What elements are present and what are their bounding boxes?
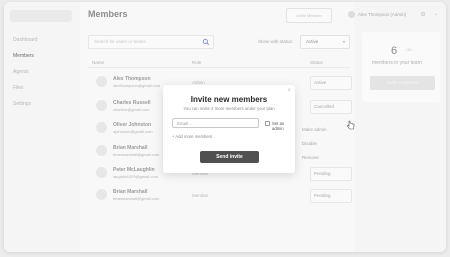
- member-count-label: members in your team: [372, 60, 422, 66]
- close-icon[interactable]: ×: [287, 88, 291, 94]
- gear-icon[interactable]: [420, 11, 426, 17]
- sidebar-item-settings[interactable]: Settings: [13, 101, 31, 107]
- set-admin-checkbox[interactable]: [265, 121, 270, 126]
- member-email: laughlin1029@gmail.com: [113, 174, 158, 179]
- member-email: brianmarshall@gmail.com: [113, 152, 160, 157]
- add-more-members-link[interactable]: + Add more members: [172, 134, 212, 139]
- sidebar: Dashboard Members Agents Files Settings: [4, 2, 80, 252]
- set-admin-label: Set as admin: [272, 121, 285, 131]
- modal-subtitle: You can invite 4 more members under your…: [183, 106, 275, 111]
- menu-item-remove[interactable]: Remove: [302, 151, 327, 165]
- menu-item-disable[interactable]: Disable: [302, 137, 327, 151]
- status-value: Cancelled: [314, 104, 335, 109]
- modal-title: Invite new members: [190, 95, 268, 104]
- member-email: alexthompson@gmail.com: [113, 83, 161, 88]
- status-filter-select[interactable]: Active ▾: [300, 35, 350, 49]
- user-avatar[interactable]: [348, 11, 355, 18]
- search-input[interactable]: Search for users or teams: [88, 35, 214, 49]
- member-role: Member: [192, 193, 209, 198]
- member-name: Peter McLaughlin: [113, 167, 155, 173]
- avatar: [96, 145, 107, 156]
- avatar: [96, 122, 107, 133]
- current-user-name[interactable]: Alex Thompson (Admin): [358, 12, 406, 17]
- status-value: Pending: [314, 171, 331, 176]
- menu-item-make-admin[interactable]: Make admin: [302, 123, 327, 137]
- avatar: [96, 189, 107, 200]
- status-value: Pending: [314, 193, 331, 198]
- chevron-down-icon: ▾: [342, 39, 345, 44]
- email-field[interactable]: [172, 118, 259, 128]
- send-invite-button[interactable]: Send invite: [200, 151, 259, 163]
- header-divider: [88, 67, 350, 68]
- search-placeholder: Search for users or teams: [94, 39, 146, 44]
- member-name: Brian Marshall: [113, 189, 148, 195]
- member-count: 6: [391, 45, 398, 57]
- hand-cursor-icon: [347, 120, 355, 130]
- sidebar-item-files[interactable]: Files: [13, 85, 24, 91]
- page-title: Members: [88, 9, 128, 19]
- status-filter-value: Active: [306, 39, 319, 44]
- status-dropdown[interactable]: Pending: [310, 189, 352, 203]
- member-limit: /10: [406, 47, 412, 52]
- invite-modal: × Invite new members You can invite 4 mo…: [163, 85, 295, 173]
- status-dropdown[interactable]: Pending: [310, 167, 352, 181]
- team-count-card: [362, 32, 440, 102]
- logo-placeholder: [10, 10, 72, 22]
- sidebar-item-dashboard[interactable]: Dashboard: [13, 37, 37, 43]
- search-icon[interactable]: [202, 38, 210, 46]
- invite-member-button[interactable]: Invite Member: [286, 8, 332, 23]
- chevron-down-icon[interactable]: ⌄: [434, 11, 438, 17]
- status-filter-label: Show with status:: [258, 39, 294, 44]
- right-panel: Alex Thompson (Admin) ⌄ 6 /10 members in…: [348, 2, 446, 252]
- member-name: Brian Marshall: [113, 145, 148, 151]
- sidebar-item-agents[interactable]: Agents: [13, 69, 29, 75]
- member-email: ojohnston@gmail.com: [113, 129, 153, 134]
- sidebar-item-members[interactable]: Members: [13, 53, 34, 59]
- column-header-name[interactable]: Name: [92, 60, 104, 65]
- member-email: brianmarshall@gmail.com: [113, 196, 160, 201]
- column-header-role[interactable]: Role: [192, 60, 201, 65]
- status-value: Active: [314, 80, 327, 85]
- avatar: [96, 100, 107, 111]
- status-dropdown[interactable]: Cancelled: [310, 100, 352, 114]
- avatar: [96, 167, 107, 178]
- status-action-menu: Make admin Disable Remove: [302, 123, 327, 165]
- member-email: charlesr@gmail.com: [113, 107, 150, 112]
- column-header-status[interactable]: Status: [310, 60, 323, 65]
- member-name: Oliver Johnston: [113, 122, 152, 128]
- member-name: Alex Thompson: [113, 76, 151, 82]
- member-name: Charles Russell: [113, 100, 151, 106]
- avatar: [96, 76, 107, 87]
- app-window: Dashboard Members Agents Files Settings …: [4, 2, 446, 252]
- status-dropdown[interactable]: Active: [310, 76, 352, 90]
- table-row[interactable]: Brian Marshall brianmarshall@gmail.com M…: [88, 185, 352, 207]
- invite-a-member-button[interactable]: Invite a member: [370, 76, 435, 90]
